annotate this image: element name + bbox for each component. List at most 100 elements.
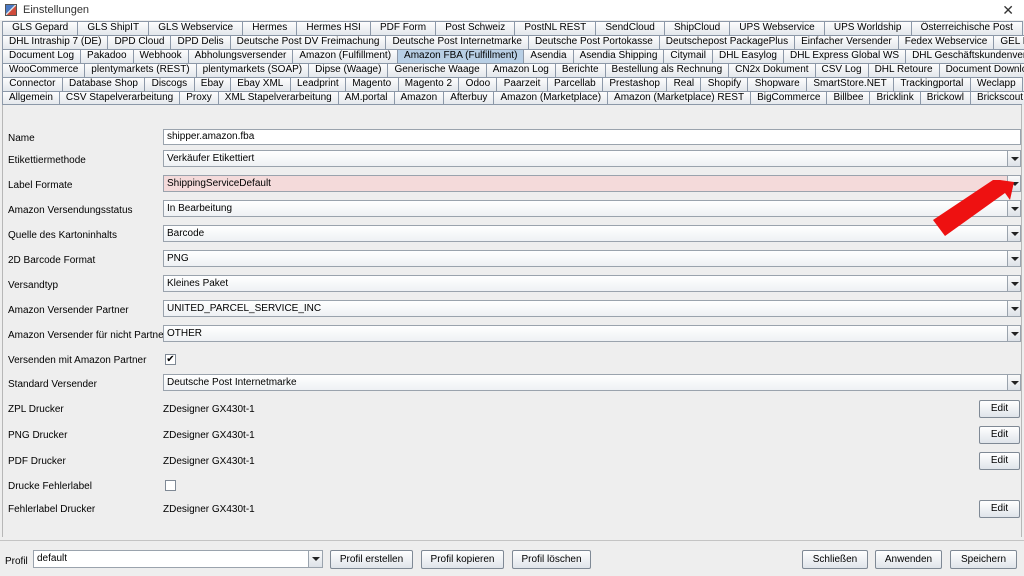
tab-shopware[interactable]: Shopware xyxy=(747,77,808,91)
tab-dhl-retoure[interactable]: DHL Retoure xyxy=(867,63,940,77)
tab-österreichische-post[interactable]: Österreichische Post xyxy=(910,21,1023,35)
etikettiermethode-select[interactable]: Verkäufer Etikettiert xyxy=(163,150,1021,167)
tab-brickscout[interactable]: Brickscout xyxy=(969,91,1024,105)
close-icon[interactable]: ✕ xyxy=(1002,2,1014,19)
tab-magento[interactable]: Magento xyxy=(344,77,399,91)
tab-citymail[interactable]: Citymail xyxy=(663,49,713,63)
tab-bestellung-als-rechnung[interactable]: Bestellung als Rechnung xyxy=(604,63,730,77)
tab-xml-stapelverarbeitung[interactable]: XML Stapelverarbeitung xyxy=(217,91,339,105)
tab-parcellab[interactable]: Parcellab xyxy=(546,77,604,91)
tab-asendia-shipping[interactable]: Asendia Shipping xyxy=(572,49,665,63)
profil-kopieren-button[interactable]: Profil kopieren xyxy=(421,550,504,569)
chevron-down-icon[interactable] xyxy=(1007,151,1020,166)
profil-loeschen-button[interactable]: Profil löschen xyxy=(512,550,591,569)
tab-generische-waage[interactable]: Generische Waage xyxy=(387,63,487,77)
pdf-edit-button[interactable]: Edit xyxy=(979,452,1020,470)
mit-partner-checkbox[interactable]: ✔ xyxy=(165,354,176,365)
tab-brickowl[interactable]: Brickowl xyxy=(919,91,971,105)
tab-gls-webservice[interactable]: GLS Webservice xyxy=(148,21,244,35)
tab-post-schweiz[interactable]: Post Schweiz xyxy=(435,21,516,35)
tab-dpd-delis[interactable]: DPD Delis xyxy=(170,35,231,49)
chevron-down-icon[interactable] xyxy=(308,551,322,567)
tab-odoo[interactable]: Odoo xyxy=(458,77,498,91)
tab-dhl-easylog[interactable]: DHL Easylog xyxy=(711,49,784,63)
versandtyp-select[interactable]: Kleines Paket xyxy=(163,275,1021,292)
tab-bricklink[interactable]: Bricklink xyxy=(869,91,921,105)
profil-erstellen-button[interactable]: Profil erstellen xyxy=(330,550,413,569)
tab-billbee[interactable]: Billbee xyxy=(826,91,871,105)
tab-amazon-marketplace-rest[interactable]: Amazon (Marketplace) REST xyxy=(607,91,752,105)
tab-hermes-hsi[interactable]: Hermes HSI xyxy=(296,21,371,35)
tab-plentymarkets-soap[interactable]: plentymarkets (SOAP) xyxy=(195,63,310,77)
tab-csv-log[interactable]: CSV Log xyxy=(814,63,869,77)
tab-deutsche-post-internetmarke[interactable]: Deutsche Post Internetmarke xyxy=(385,35,529,49)
tab-shipcloud[interactable]: ShipCloud xyxy=(663,21,731,35)
tab-allgemein[interactable]: Allgemein xyxy=(2,91,60,105)
tab-discogs[interactable]: Discogs xyxy=(144,77,195,91)
tab-webhook[interactable]: Webhook xyxy=(132,49,189,63)
profil-select[interactable]: default xyxy=(33,550,323,568)
name-input[interactable]: shipper.amazon.fba xyxy=(163,129,1021,145)
tab-dpd-cloud[interactable]: DPD Cloud xyxy=(107,35,172,49)
tab-dipse-waage[interactable]: Dipse (Waage) xyxy=(308,63,389,77)
tab-ups-webservice[interactable]: UPS Webservice xyxy=(729,21,825,35)
tab-prestashop[interactable]: Prestashop xyxy=(602,77,668,91)
versandstatus-select[interactable]: In Bearbeitung xyxy=(163,200,1021,217)
tab-pdf-form[interactable]: PDF Form xyxy=(369,21,437,35)
tab-fedex-webservice[interactable]: Fedex Webservice xyxy=(897,35,995,49)
tab-ups-worldship[interactable]: UPS Worldship xyxy=(823,21,912,35)
tab-hermes[interactable]: Hermes xyxy=(242,21,298,35)
zpl-edit-button[interactable]: Edit xyxy=(979,400,1020,418)
tab-document-downloader[interactable]: Document Downloader xyxy=(938,63,1024,77)
tab-leadprint[interactable]: Leadprint xyxy=(289,77,346,91)
tab-sendcloud[interactable]: SendCloud xyxy=(595,21,665,35)
fehlerlabel-checkbox[interactable] xyxy=(165,480,176,491)
chevron-down-icon[interactable] xyxy=(1007,326,1020,341)
chevron-down-icon[interactable] xyxy=(1007,276,1020,291)
tab-einfacher-versender[interactable]: Einfacher Versender xyxy=(794,35,899,49)
tab-woocommerce[interactable]: WooCommerce xyxy=(2,63,86,77)
tab-smartstore-net[interactable]: SmartStore.NET xyxy=(806,77,895,91)
tab-deutschepost-packageplus[interactable]: Deutschepost PackagePlus xyxy=(658,35,796,49)
tab-real[interactable]: Real xyxy=(666,77,702,91)
tab-amazon[interactable]: Amazon xyxy=(393,91,445,105)
tab-postnl-rest[interactable]: PostNL REST xyxy=(514,21,597,35)
tab-abholungsversender[interactable]: Abholungsversender xyxy=(187,49,294,63)
tab-dhl-intraship-7-de[interactable]: DHL Intraship 7 (DE) xyxy=(2,35,109,49)
tab-database-shop[interactable]: Database Shop xyxy=(61,77,146,91)
tab-plentymarkets-rest[interactable]: plentymarkets (REST) xyxy=(84,63,197,77)
tab-gel-express[interactable]: GEL Express xyxy=(993,35,1024,49)
tab-am-portal[interactable]: AM.portal xyxy=(337,91,395,105)
label-formate-select[interactable]: ShippingServiceDefault xyxy=(163,175,1021,192)
tab-amazon-fba-fulfillment[interactable]: Amazon FBA (Fulfillment) xyxy=(397,49,525,63)
tab-proxy[interactable]: Proxy xyxy=(179,91,219,105)
tab-document-log[interactable]: Document Log xyxy=(2,49,82,63)
schliessen-button[interactable]: Schließen xyxy=(802,550,868,569)
tab-connector[interactable]: Connector xyxy=(2,77,63,91)
tab-csv-stapelverarbeitung[interactable]: CSV Stapelverarbeitung xyxy=(58,91,181,105)
tab-amazon-fulfillment[interactable]: Amazon (Fulfillment) xyxy=(292,49,399,63)
tab-gls-shipit[interactable]: GLS ShipIT xyxy=(77,21,150,35)
tab-dhl-geschäftskundenversand[interactable]: DHL Geschäftskundenversand xyxy=(905,49,1024,63)
tab-dhl-express-global-ws[interactable]: DHL Express Global WS xyxy=(782,49,907,63)
tab-trackingportal[interactable]: Trackingportal xyxy=(893,77,971,91)
tab-deutsche-post-dv-freimachung[interactable]: Deutsche Post DV Freimachung xyxy=(229,35,387,49)
speichern-button[interactable]: Speichern xyxy=(950,550,1017,569)
standard-versender-select[interactable]: Deutsche Post Internetmarke xyxy=(163,374,1021,391)
tab-bigcommerce[interactable]: BigCommerce xyxy=(750,91,828,105)
tab-magento-2[interactable]: Magento 2 xyxy=(397,77,460,91)
tab-ebay[interactable]: Ebay xyxy=(193,77,231,91)
barcode-format-select[interactable]: PNG xyxy=(163,250,1021,267)
tab-amazon-marketplace[interactable]: Amazon (Marketplace) xyxy=(493,91,609,105)
tab-pakadoo[interactable]: Pakadoo xyxy=(80,49,134,63)
tab-deutsche-post-portokasse[interactable]: Deutsche Post Portokasse xyxy=(527,35,660,49)
tab-paarzeit[interactable]: Paarzeit xyxy=(496,77,548,91)
tab-asendia[interactable]: Asendia xyxy=(523,49,574,63)
tab-ebay-xml[interactable]: Ebay XML xyxy=(229,77,291,91)
tab-shopify[interactable]: Shopify xyxy=(700,77,749,91)
png-edit-button[interactable]: Edit xyxy=(979,426,1020,444)
chevron-down-icon[interactable] xyxy=(1007,251,1020,266)
fehlerlabel-edit-button[interactable]: Edit xyxy=(979,500,1020,518)
versender-partner-select[interactable]: UNITED_PARCEL_SERVICE_INC xyxy=(163,300,1021,317)
tab-gls-gepard[interactable]: GLS Gepard xyxy=(2,21,79,35)
